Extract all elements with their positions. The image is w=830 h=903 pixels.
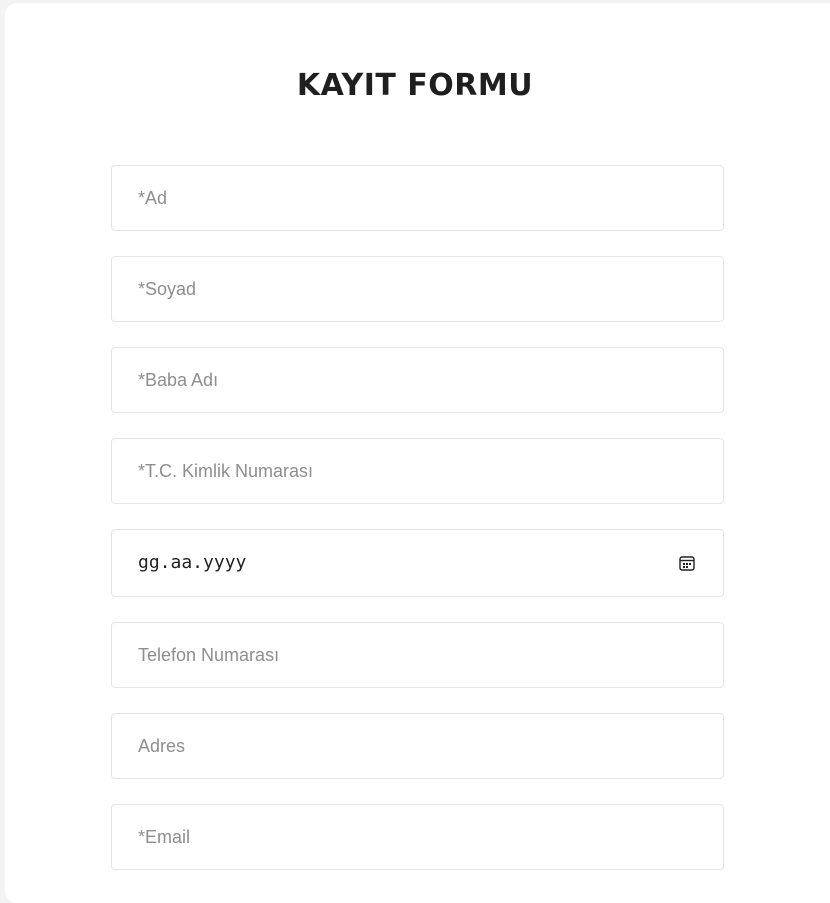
father-name-input[interactable] [111,347,724,413]
last-name-input[interactable] [111,256,724,322]
email-input[interactable] [111,804,724,870]
birth-date-value: gg.aa.yyyy [138,552,247,573]
tc-id-input[interactable] [111,438,724,504]
first-name-input[interactable] [111,165,724,231]
birth-date-input[interactable]: gg.aa.yyyy [111,529,724,597]
page-title: KAYIT FORMU [296,68,534,103]
calendar-icon[interactable] [679,555,695,571]
address-input[interactable] [111,713,724,779]
phone-input[interactable] [111,622,724,688]
